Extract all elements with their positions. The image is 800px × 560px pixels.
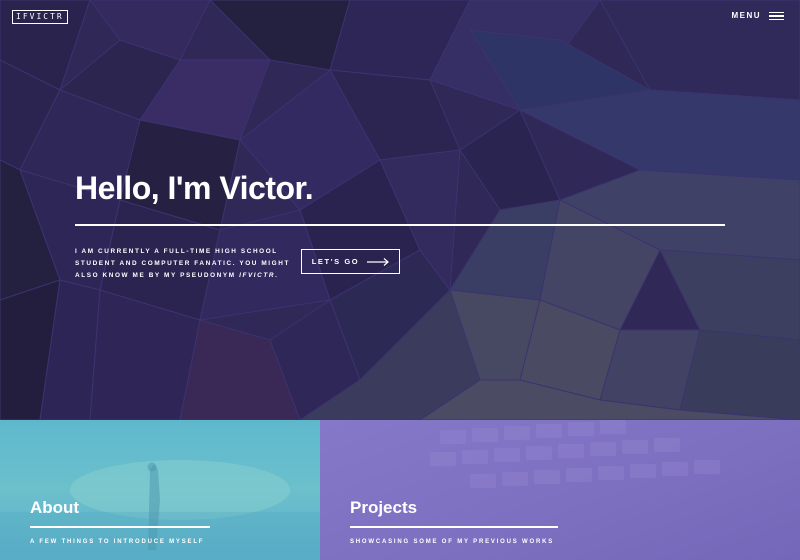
about-divider — [30, 526, 210, 528]
intro-pseudonym: ifvictr — [239, 272, 276, 279]
lets-go-label: LET'S GO — [311, 257, 360, 266]
page-title: Hello, I'm Victor. — [75, 170, 314, 206]
arrow-right-icon — [367, 257, 390, 266]
about-title: About — [30, 498, 80, 517]
hamburger-icon — [769, 11, 784, 20]
about-card[interactable]: About A few things to introduce myself — [0, 420, 320, 560]
menu-button[interactable]: MENU — [731, 11, 784, 20]
lets-go-button[interactable]: LET'S GO — [301, 249, 400, 274]
projects-title: Projects — [350, 498, 418, 517]
about-subtitle: A few things to introduce myself — [30, 539, 205, 545]
title-divider — [75, 224, 725, 226]
projects-subtitle: Showcasing some of my previous works — [350, 539, 555, 545]
projects-card[interactable]: Projects Showcasing some of my previous … — [320, 420, 800, 560]
site-logo[interactable]: IFVICTR — [12, 10, 68, 24]
intro-text: I am currently a full-time high school s… — [75, 246, 305, 282]
projects-divider — [350, 526, 558, 528]
intro-end: . — [275, 272, 279, 279]
menu-label: MENU — [731, 11, 761, 20]
low-poly-background — [0, 0, 800, 420]
hero-section: IFVICTR MENU Hello, I'm Victor. I am cur… — [0, 0, 800, 420]
